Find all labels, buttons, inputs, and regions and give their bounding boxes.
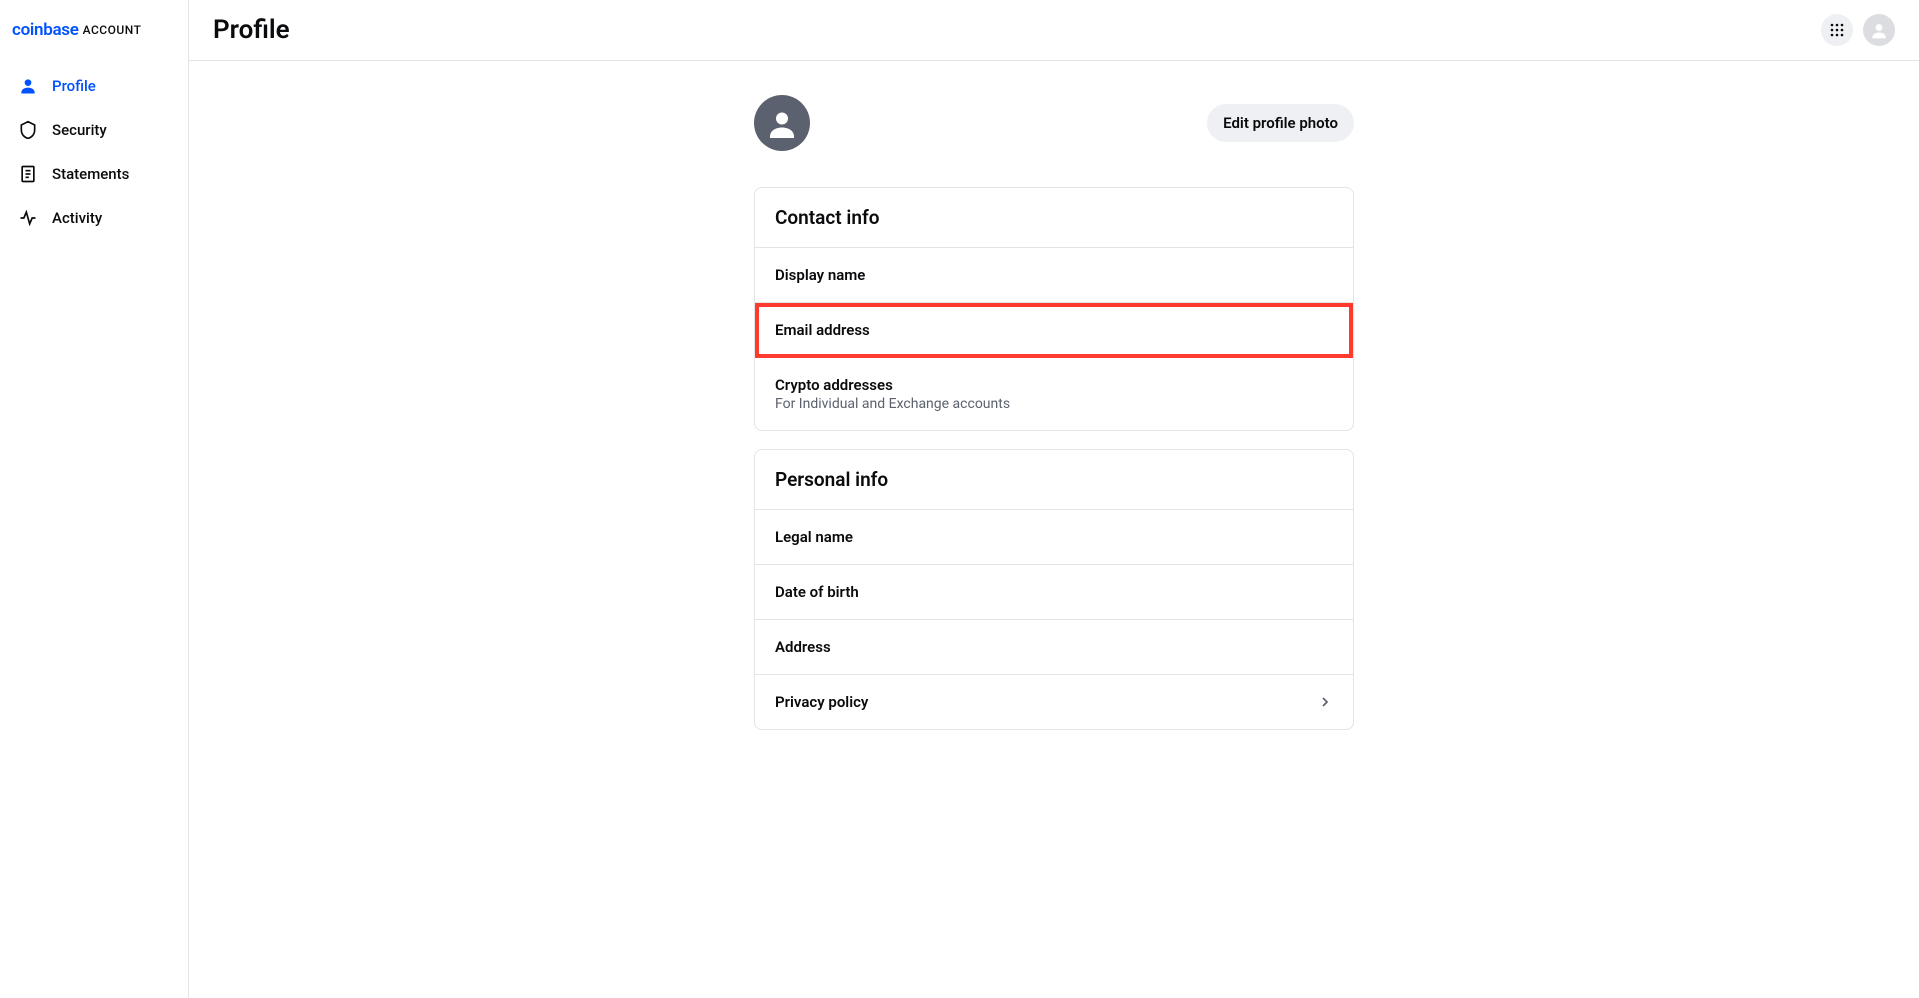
header-right xyxy=(1821,14,1895,46)
profile-photo xyxy=(754,95,810,151)
header: Profile xyxy=(189,0,1919,61)
profile-photo-row: Edit profile photo xyxy=(754,95,1354,151)
page-title: Profile xyxy=(213,15,290,45)
row-sublabel: For Individual and Exchange accounts xyxy=(775,396,1010,412)
contact-info-card: Contact info Display name Email address … xyxy=(754,187,1354,431)
row-label: Crypto addresses xyxy=(775,376,1010,394)
chevron-right-icon xyxy=(1317,694,1333,710)
document-icon xyxy=(18,164,38,184)
logo-brand: coinbase xyxy=(12,20,79,40)
content: Edit profile photo Contact info Display … xyxy=(189,61,1919,998)
personal-info-card: Personal info Legal name Date of birth A… xyxy=(754,449,1354,730)
row-label: Address xyxy=(775,638,831,656)
sidebar-item-profile[interactable]: Profile xyxy=(0,64,188,108)
sidebar-item-activity[interactable]: Activity xyxy=(0,196,188,240)
sidebar: coinbase ACCOUNT Profile Security Statem… xyxy=(0,0,189,998)
row-label: Email address xyxy=(775,321,870,339)
main: Profile Edit profile photo Contact info xyxy=(189,0,1919,998)
sidebar-item-security[interactable]: Security xyxy=(0,108,188,152)
row-label: Privacy policy xyxy=(775,693,868,711)
row-privacy-policy[interactable]: Privacy policy xyxy=(755,675,1353,729)
apps-button[interactable] xyxy=(1821,14,1853,46)
content-inner: Edit profile photo Contact info Display … xyxy=(754,95,1354,964)
logo-suffix: ACCOUNT xyxy=(83,23,142,37)
sidebar-item-statements[interactable]: Statements xyxy=(0,152,188,196)
grid-icon xyxy=(1830,23,1844,37)
shield-icon xyxy=(18,120,38,140)
sidebar-item-label: Profile xyxy=(52,77,96,95)
person-icon xyxy=(18,76,38,96)
row-label: Legal name xyxy=(775,528,853,546)
card-header-contact: Contact info xyxy=(755,188,1353,248)
sidebar-item-label: Activity xyxy=(52,209,102,227)
logo[interactable]: coinbase ACCOUNT xyxy=(0,12,188,64)
row-address[interactable]: Address xyxy=(755,620,1353,675)
row-date-of-birth[interactable]: Date of birth xyxy=(755,565,1353,620)
avatar-button[interactable] xyxy=(1863,14,1895,46)
person-icon xyxy=(764,105,800,141)
edit-profile-photo-button[interactable]: Edit profile photo xyxy=(1207,104,1354,142)
row-crypto-addresses[interactable]: Crypto addresses For Individual and Exch… xyxy=(755,358,1353,430)
person-icon xyxy=(1869,20,1889,40)
row-label: Date of birth xyxy=(775,583,859,601)
sidebar-item-label: Security xyxy=(52,121,107,139)
row-legal-name[interactable]: Legal name xyxy=(755,510,1353,565)
row-label: Display name xyxy=(775,266,865,284)
row-email-address[interactable]: Email address xyxy=(755,303,1353,358)
row-display-name[interactable]: Display name xyxy=(755,248,1353,303)
sidebar-item-label: Statements xyxy=(52,165,129,183)
card-header-personal: Personal info xyxy=(755,450,1353,510)
activity-icon xyxy=(18,208,38,228)
